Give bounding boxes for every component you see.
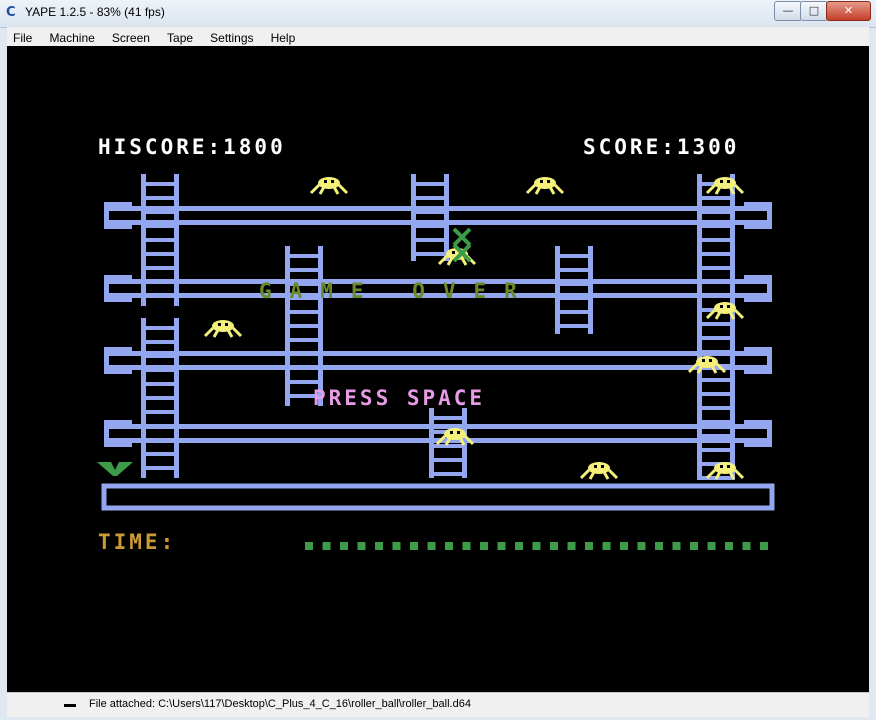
commodore-logo-icon: C	[6, 5, 16, 20]
spider-enemy	[579, 462, 619, 480]
time-segment	[655, 542, 663, 550]
ladder	[141, 318, 179, 478]
close-button[interactable]: ✕	[826, 1, 871, 21]
time-segment	[375, 542, 383, 550]
time-segment	[445, 542, 453, 550]
ladder	[141, 174, 179, 306]
ladder	[697, 174, 735, 480]
time-segment	[305, 542, 313, 550]
time-segment	[567, 542, 576, 550]
time-segment	[672, 542, 681, 550]
time-segment	[707, 542, 716, 550]
spider-enemy	[203, 320, 243, 338]
time-segment	[392, 542, 401, 550]
time-segment	[602, 542, 611, 550]
score-text: SCORE:1300	[583, 135, 739, 159]
time-segment	[690, 542, 698, 550]
time-segment	[760, 542, 768, 550]
status-text: File attached: C:\Users\117\Desktop\C_Pl…	[89, 698, 471, 710]
spider-enemy	[687, 356, 727, 374]
time-segment	[550, 542, 558, 550]
game-over-text: GAME OVER	[259, 279, 535, 303]
time-segment	[742, 542, 751, 550]
game-canvas: HISCORE:1800 SCORE:1300 GAME OVER PRESS …	[97, 135, 775, 554]
status-bar: File attached: C:\Users\117\Desktop\C_Pl…	[7, 692, 869, 717]
time-segment	[637, 542, 646, 550]
time-segment	[480, 542, 488, 550]
girder-level	[104, 347, 772, 374]
time-bar	[305, 542, 768, 550]
spider-enemy	[705, 177, 745, 195]
time-segment	[427, 542, 436, 550]
time-segment	[462, 542, 471, 550]
time-segment	[725, 542, 733, 550]
time-segment	[410, 542, 418, 550]
menu-bar: File Machine Screen Tape Settings Help	[7, 27, 869, 47]
time-segment	[340, 542, 348, 550]
time-segment	[532, 542, 541, 550]
time-segment	[515, 542, 523, 550]
time-segment	[497, 542, 506, 550]
lives-icon	[97, 462, 133, 476]
title-bar[interactable]: C YAPE 1.2.5 - 83% (41 fps) — □ ✕	[0, 0, 876, 28]
time-segment	[585, 542, 593, 550]
window-title: YAPE 1.2.5 - 83% (41 fps)	[25, 5, 165, 19]
hiscore-text: HISCORE:1800	[98, 135, 286, 159]
spider-enemy	[705, 302, 745, 320]
floor-girder	[101, 483, 775, 511]
emulator-screen[interactable]: HISCORE:1800 SCORE:1300 GAME OVER PRESS …	[7, 46, 869, 692]
time-segment	[620, 542, 628, 550]
time-segment	[322, 542, 331, 550]
girders	[101, 202, 775, 511]
press-space-text: PRESS SPACE	[313, 386, 485, 410]
minimize-button[interactable]: —	[774, 1, 802, 21]
ladder	[555, 246, 593, 334]
spider-enemy	[525, 177, 565, 195]
drive-led-icon	[64, 704, 76, 707]
maximize-button[interactable]: □	[800, 1, 828, 21]
ladder	[285, 246, 323, 406]
time-label: TIME:	[98, 530, 176, 554]
ladder	[411, 174, 449, 261]
spider-enemy	[309, 177, 349, 195]
emulator-window: C YAPE 1.2.5 - 83% (41 fps) — □ ✕ File M…	[0, 0, 876, 720]
time-segment	[357, 542, 366, 550]
